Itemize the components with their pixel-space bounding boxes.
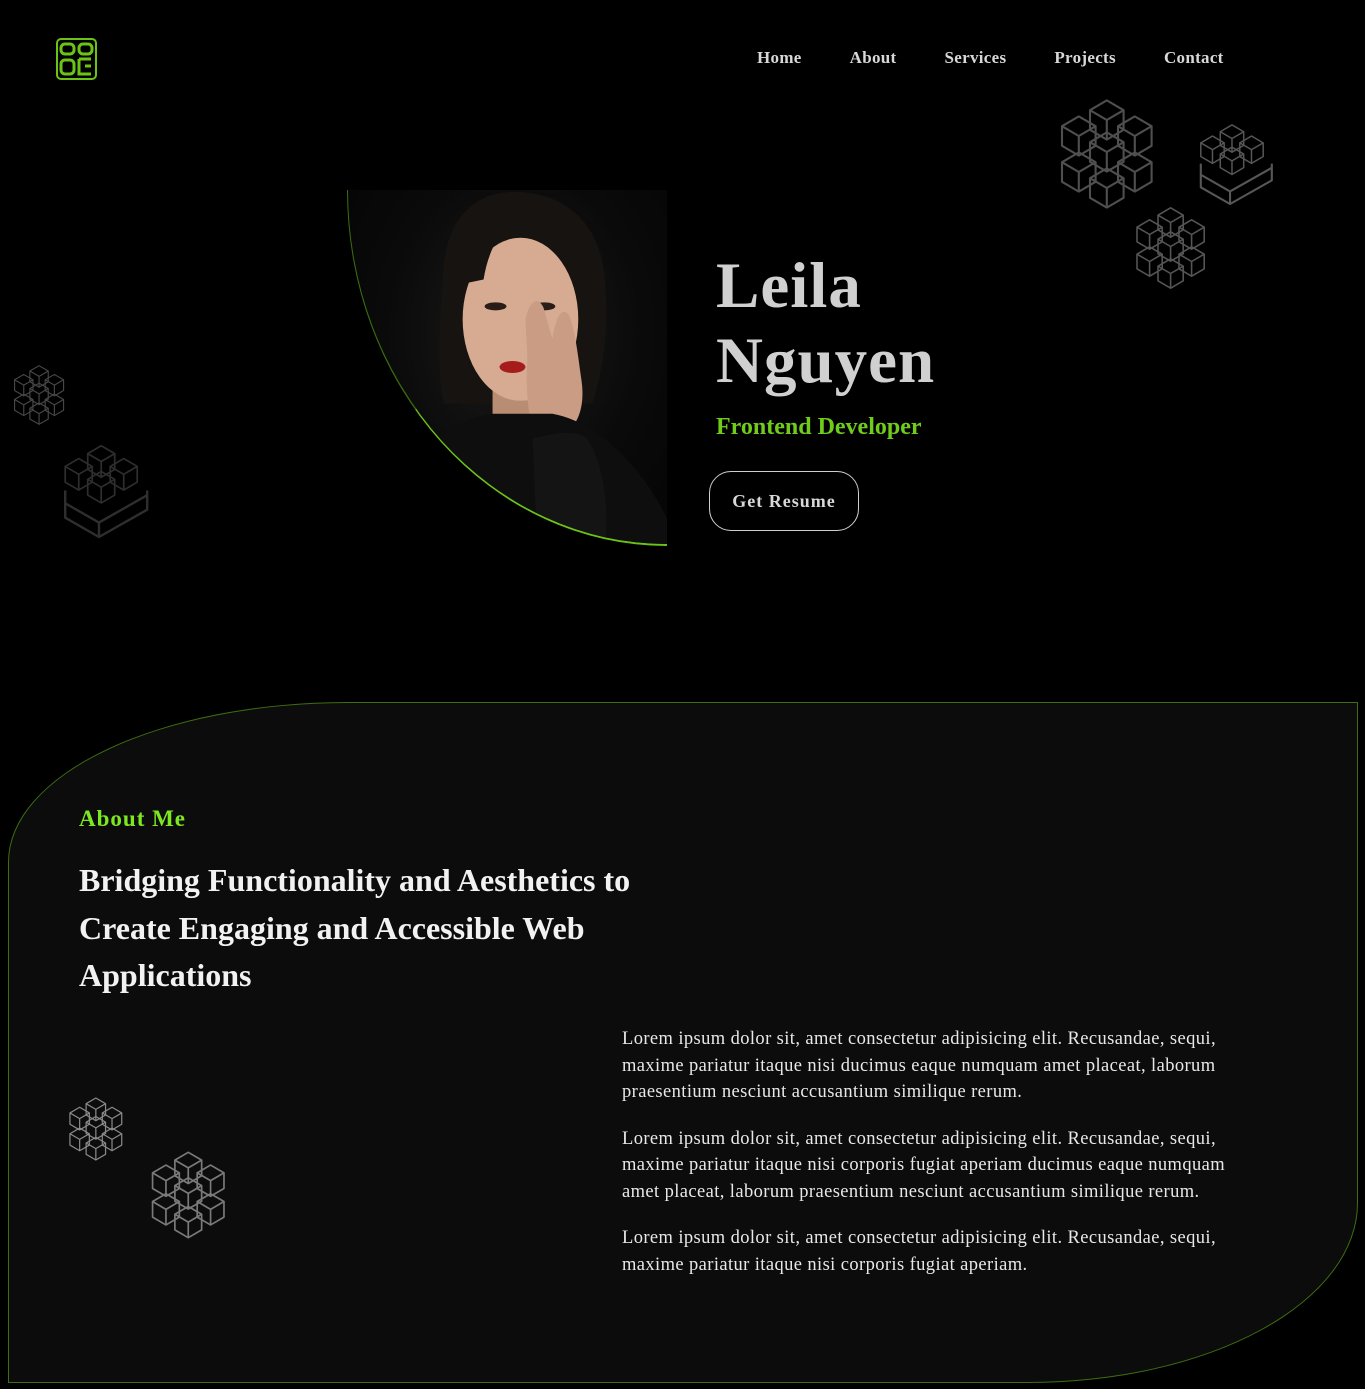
about-paragraph: Lorem ipsum dolor sit, amet consectetur … (622, 1228, 1216, 1275)
cube-cluster-icon (1198, 120, 1276, 210)
cube-cluster-icon (1134, 200, 1218, 296)
about-paragraph: Lorem ipsum dolor sit, amet consectetur … (622, 1128, 1226, 1202)
cube-cluster-icon (1058, 90, 1170, 218)
cube-cluster-icon (148, 1144, 240, 1246)
cube-cluster-icon (12, 360, 74, 430)
cube-cluster-icon (62, 440, 152, 544)
nav-about[interactable]: About (850, 48, 897, 68)
hero-role: Frontend Developer (716, 414, 922, 440)
logo-icon[interactable] (56, 38, 97, 80)
nav-projects[interactable]: Projects (1054, 48, 1116, 68)
hero-last-name: Nguyen (716, 325, 936, 397)
about-text: Lorem ipsum dolor sit, amet consectetur … (622, 1026, 1262, 1298)
hero-name: Leila Nguyen (716, 249, 935, 399)
about-heading: Bridging Functionality and Aesthetics to… (79, 862, 631, 993)
cube-cluster-icon (66, 1092, 134, 1166)
nav-home[interactable]: Home (757, 48, 802, 68)
about-label: About Me (79, 806, 187, 831)
page: Home About Services Projects Contact Lei… (0, 0, 1365, 1389)
main-nav: Home About Services Projects Contact (757, 48, 1224, 68)
about-paragraph: Lorem ipsum dolor sit, amet consectetur … (622, 1029, 1216, 1102)
profile-photo (347, 190, 667, 546)
hero-first-name: Leila (716, 250, 862, 322)
nav-contact[interactable]: Contact (1164, 48, 1224, 68)
get-resume-button[interactable]: Get Resume (709, 471, 859, 531)
nav-services[interactable]: Services (945, 48, 1007, 68)
